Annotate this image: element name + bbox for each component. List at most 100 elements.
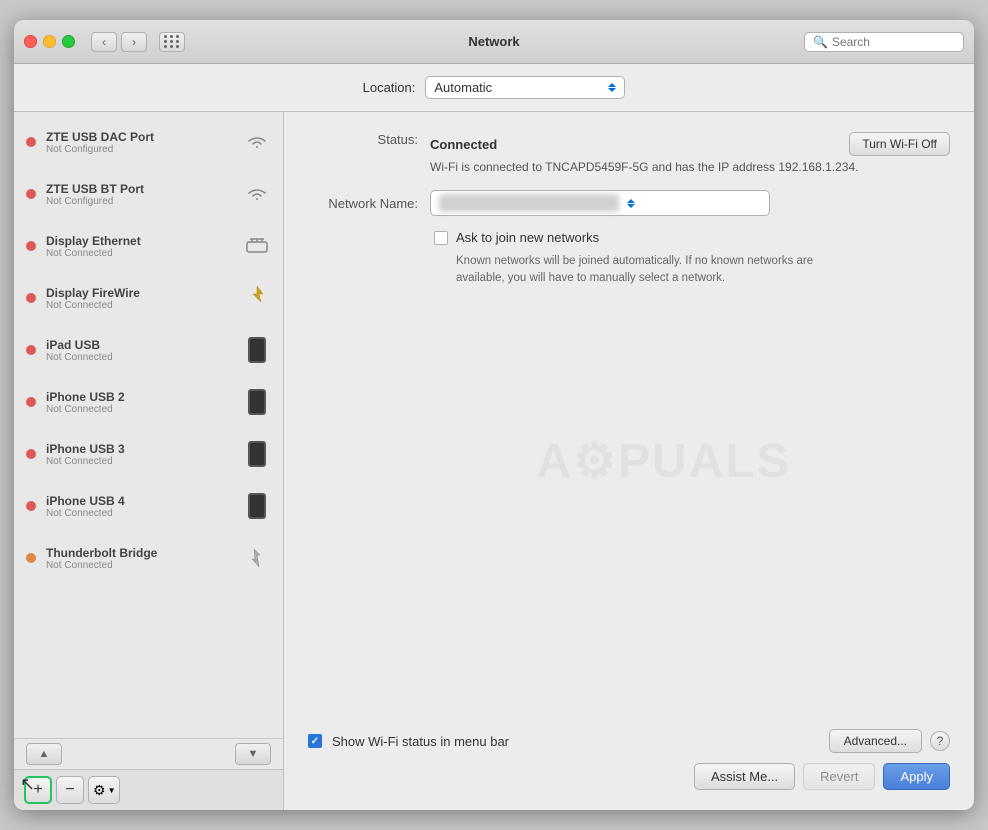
status-dot-3 [26,293,36,303]
item-name-2: Display Ethernet [46,234,233,248]
sidebar-item-3[interactable]: Display FireWire Not Connected [14,272,283,324]
minus-icon: − [65,781,74,799]
status-dot-2 [26,241,36,251]
status-dot-1 [26,189,36,199]
ask-join-checkbox-line: Ask to join new networks [434,230,599,245]
apps-button[interactable] [159,32,185,52]
sidebar-toolbar: + − ⚙ ▼ ↖ Select the '+' button [14,769,283,810]
scroll-up-button[interactable]: ▲ [26,743,62,765]
ask-join-row: Ask to join new networks Known networks … [308,230,950,288]
apply-button[interactable]: Apply [883,763,950,790]
ask-join-checkbox[interactable] [434,231,448,245]
spinner-down-icon [608,88,616,92]
iphone-icon-5 [248,389,266,415]
sidebar-list: ZTE USB DAC Port Not Configured [14,112,283,738]
sidebar-item-7[interactable]: iPhone USB 4 Not Connected [14,480,283,532]
item-status-5: Not Connected [46,404,233,415]
wifi-icon-1 [246,186,268,202]
back-button[interactable]: ‹ [91,32,117,52]
sidebar-item-2[interactable]: Display Ethernet Not Connected [14,220,283,272]
sidebar-item-8[interactable]: Thunderbolt Bridge Not Connected [14,532,283,584]
minimize-button[interactable] [43,35,56,48]
scroll-up-icon: ▲ [39,748,50,760]
status-dot-0 [26,137,36,147]
network-name-select[interactable] [430,190,770,216]
status-dot-5 [26,397,36,407]
back-icon: ‹ [102,35,106,49]
location-label: Location: [363,80,416,95]
item-text-0: ZTE USB DAC Port Not Configured [46,130,233,155]
ask-join-label: Ask to join new networks [456,230,599,245]
item-text-7: iPhone USB 4 Not Connected [46,494,233,519]
forward-button[interactable]: › [121,32,147,52]
status-row: Status: Connected Turn Wi-Fi Off Wi-Fi i… [308,132,950,176]
iphone-icon-7 [248,493,266,519]
item-name-4: iPad USB [46,338,233,352]
status-label: Status: [308,132,418,147]
status-dot-6 [26,449,36,459]
item-status-6: Not Connected [46,456,233,467]
iphone-icon-4 [248,337,266,363]
network-name-blurred [439,194,619,212]
revert-button[interactable]: Revert [803,763,875,790]
help-button[interactable]: ? [930,731,950,751]
sidebar-item-5[interactable]: iPhone USB 2 Not Connected [14,376,283,428]
item-text-1: ZTE USB BT Port Not Configured [46,182,233,207]
network-name-spinner[interactable] [627,199,635,208]
maximize-button[interactable] [62,35,75,48]
scroll-down-button[interactable]: ▼ [235,743,271,765]
item-status-8: Not Connected [46,560,233,571]
traffic-lights [24,35,75,48]
bottom-buttons: Assist Me... Revert Apply [308,763,950,794]
network-spinner-down [627,204,635,208]
item-text-3: Display FireWire Not Connected [46,286,233,311]
item-icon-2 [243,232,271,260]
item-status-2: Not Connected [46,248,233,259]
item-status-7: Not Connected [46,508,233,519]
location-spinner[interactable] [608,83,616,92]
ethernet-icon [245,234,269,258]
item-icon-4 [243,336,271,364]
gear-chevron-icon: ▼ [108,786,116,795]
item-text-2: Display Ethernet Not Connected [46,234,233,259]
network-window: ‹ › Network 🔍 Location: Automatic [14,20,974,810]
item-status-4: Not Connected [46,352,233,363]
item-text-5: iPhone USB 2 Not Connected [46,390,233,415]
watermark: A⚙PUALS [536,433,790,489]
sidebar-item-4[interactable]: iPad USB Not Connected [14,324,283,376]
search-icon: 🔍 [813,35,828,49]
sidebar-item-0[interactable]: ZTE USB DAC Port Not Configured [14,116,283,168]
search-bar[interactable]: 🔍 [804,32,964,52]
plus-icon: + [33,781,42,799]
assist-me-button[interactable]: Assist Me... [694,763,795,790]
show-wifi-row: Show Wi-Fi status in menu bar Advanced..… [308,729,950,753]
gear-menu-button[interactable]: ⚙ ▼ [88,776,120,804]
location-value: Automatic [434,80,602,95]
search-input[interactable] [832,35,955,49]
wifi-icon [246,134,268,150]
status-dot-8 [26,553,36,563]
close-button[interactable] [24,35,37,48]
item-text-4: iPad USB Not Connected [46,338,233,363]
turn-wifi-button[interactable]: Turn Wi-Fi Off [849,132,950,156]
item-icon-0 [243,128,271,156]
network-name-row: Network Name: [308,190,950,216]
add-network-button[interactable]: + [24,776,52,804]
sidebar: ZTE USB DAC Port Not Configured [14,112,284,810]
advanced-button[interactable]: Advanced... [829,729,922,753]
item-icon-3 [243,284,271,312]
titlebar: ‹ › Network 🔍 [14,20,974,64]
bottom-area: Show Wi-Fi status in menu bar Advanced..… [308,719,950,794]
sidebar-item-1[interactable]: ZTE USB BT Port Not Configured [14,168,283,220]
item-name-5: iPhone USB 2 [46,390,233,404]
firewire-icon [245,284,269,312]
show-wifi-checkbox[interactable] [308,734,322,748]
item-name-7: iPhone USB 4 [46,494,233,508]
item-icon-7 [243,492,271,520]
sidebar-item-6[interactable]: iPhone USB 3 Not Connected [14,428,283,480]
location-select[interactable]: Automatic [425,76,625,99]
status-dot-4 [26,345,36,355]
remove-network-button[interactable]: − [56,776,84,804]
status-desc: Wi-Fi is connected to TNCAPD5459F-5G and… [430,158,950,176]
status-info: Connected Turn Wi-Fi Off Wi-Fi is connec… [430,132,950,176]
